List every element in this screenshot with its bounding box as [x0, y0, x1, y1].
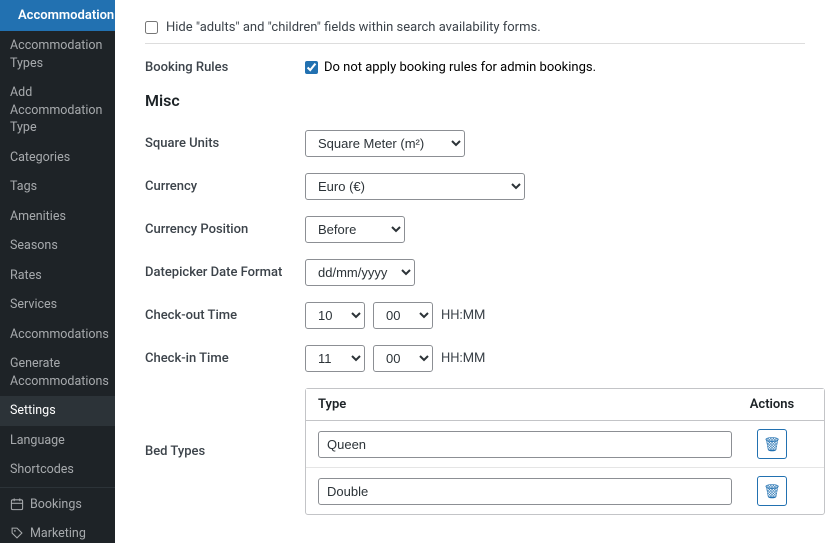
currency-select[interactable]: Euro (€) US Dollar ($) British Pound (£)	[305, 173, 525, 200]
booking-rules-label: Booking Rules	[145, 60, 305, 75]
sidebar-item-rates[interactable]: Rates	[0, 261, 115, 291]
sidebar-item-marketing[interactable]: Marketing	[0, 519, 115, 543]
square-units-row: Square Units Square Meter (m²) Square Fo…	[145, 130, 805, 157]
sidebar-item-add-accommodation-type[interactable]: Add Accommodation Type	[0, 78, 115, 143]
booking-rules-control: Do not apply booking rules for admin boo…	[305, 60, 596, 75]
hide-fields-notice: Hide "adults" and "children" fields with…	[145, 20, 805, 44]
currency-position-label: Currency Position	[145, 222, 305, 237]
bed-type-input-2[interactable]	[318, 478, 732, 505]
content-area: Hide "adults" and "children" fields with…	[115, 0, 835, 543]
tag-icon	[10, 526, 24, 540]
sidebar-item-accommodations[interactable]: Accommodations	[0, 320, 115, 350]
checkin-time-row: Check-in Time 11 12 13 00 15 30 45 HH:MM	[145, 345, 805, 372]
currency-position-row: Currency Position Before After	[145, 216, 805, 243]
sidebar-item-services[interactable]: Services	[0, 290, 115, 320]
hide-fields-checkbox[interactable]	[145, 21, 158, 34]
bed-types-row: Bed Types Type Actions 🗑 🗑	[145, 388, 805, 515]
square-units-control: Square Meter (m²) Square Foot (ft²)	[305, 130, 465, 157]
checkout-time-label: Check-out Time	[145, 308, 305, 323]
datepicker-format-row: Datepicker Date Format dd/mm/yyyy mm/dd/…	[145, 259, 805, 286]
sidebar-item-seasons[interactable]: Seasons	[0, 231, 115, 261]
sidebar-header[interactable]: Accommodation	[0, 0, 115, 31]
checkin-min-select[interactable]: 00 15 30 45	[373, 345, 433, 372]
booking-rules-text: Do not apply booking rules for admin boo…	[324, 60, 596, 75]
datepicker-format-label: Datepicker Date Format	[145, 265, 305, 280]
sidebar-item-settings[interactable]: Settings	[0, 396, 115, 426]
sidebar-item-accommodation-types[interactable]: Accommodation Types	[0, 31, 115, 78]
booking-rules-row: Booking Rules Do not apply booking rules…	[145, 60, 805, 75]
sidebar-item-shortcodes[interactable]: Shortcodes	[0, 455, 115, 485]
currency-label: Currency	[145, 179, 305, 194]
bed-types-header: Type Actions	[306, 389, 824, 421]
datepicker-format-control: dd/mm/yyyy mm/dd/yyyy yyyy/mm/dd	[305, 259, 415, 286]
currency-row: Currency Euro (€) US Dollar ($) British …	[145, 173, 805, 200]
col-actions: Actions	[732, 397, 812, 412]
currency-position-select[interactable]: Before After	[305, 216, 405, 243]
sidebar-item-generate-accommodations[interactable]: Generate Accommodations	[0, 349, 115, 396]
sidebar-title: Accommodation	[18, 8, 114, 23]
misc-title: Misc	[145, 91, 805, 114]
col-type: Type	[318, 397, 732, 412]
checkout-time-row: Check-out Time 10 11 12 00 15 30 45 HH:M…	[145, 302, 805, 329]
marketing-label: Marketing	[30, 526, 86, 541]
sidebar-item-amenities[interactable]: Amenities	[0, 202, 115, 232]
checkout-time-control: 10 11 12 00 15 30 45 HH:MM	[305, 302, 485, 329]
delete-bed-2-button[interactable]: 🗑	[757, 476, 787, 506]
calendar-icon	[10, 497, 24, 511]
bed-type-input-1[interactable]	[318, 431, 732, 458]
square-units-label: Square Units	[145, 136, 305, 151]
square-units-select[interactable]: Square Meter (m²) Square Foot (ft²)	[305, 130, 465, 157]
booking-rules-checkbox[interactable]	[305, 61, 318, 74]
checkin-hour-select[interactable]: 11 12 13	[305, 345, 365, 372]
currency-position-control: Before After	[305, 216, 405, 243]
bed-types-table-container: Type Actions 🗑 🗑	[305, 388, 825, 515]
hide-fields-label: Hide "adults" and "children" fields with…	[166, 20, 541, 35]
sidebar-item-language[interactable]: Language	[0, 426, 115, 456]
table-row: 🗑	[306, 468, 824, 514]
main-content: Hide "adults" and "children" fields with…	[115, 0, 835, 543]
delete-bed-1-button[interactable]: 🗑	[757, 429, 787, 459]
bookings-label: Bookings	[30, 497, 82, 512]
checkout-hour-select[interactable]: 10 11 12	[305, 302, 365, 329]
table-row: 🗑	[306, 421, 824, 468]
bed-types-label: Bed Types	[145, 444, 305, 459]
sidebar: Accommodation Accommodation Types Add Ac…	[0, 0, 115, 543]
checkin-hhmm-label: HH:MM	[441, 351, 485, 366]
bed-types-table: Type Actions 🗑 🗑	[305, 388, 825, 515]
sidebar-item-bookings[interactable]: Bookings	[0, 490, 115, 519]
checkout-hhmm-label: HH:MM	[441, 308, 485, 323]
checkin-time-control: 11 12 13 00 15 30 45 HH:MM	[305, 345, 485, 372]
currency-control: Euro (€) US Dollar ($) British Pound (£)	[305, 173, 525, 200]
datepicker-format-select[interactable]: dd/mm/yyyy mm/dd/yyyy yyyy/mm/dd	[305, 259, 415, 286]
checkin-time-label: Check-in Time	[145, 351, 305, 366]
accommodation-icon	[10, 9, 12, 23]
sidebar-item-tags[interactable]: Tags	[0, 172, 115, 202]
checkout-min-select[interactable]: 00 15 30 45	[373, 302, 433, 329]
sidebar-item-categories[interactable]: Categories	[0, 143, 115, 173]
